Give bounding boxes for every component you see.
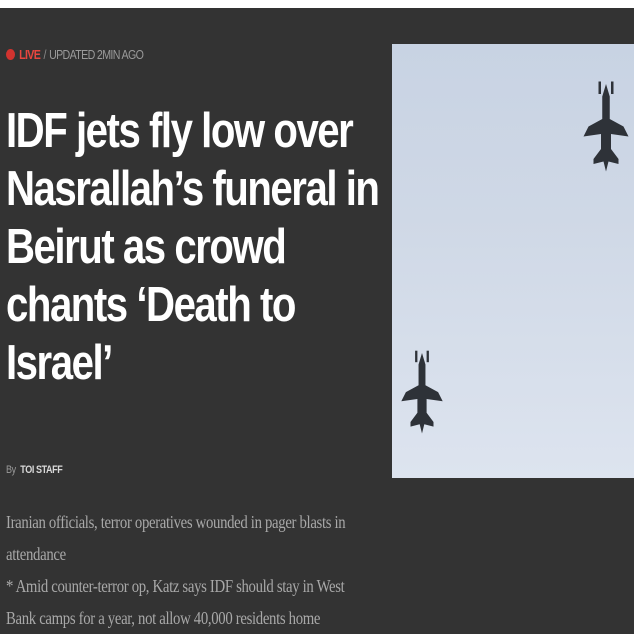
article-headline[interactable]: IDF jets fly low over Nasrallah’s funera…	[6, 102, 383, 392]
article-summary: Iranian officials, terror operatives wou…	[6, 506, 350, 634]
byline-prefix: By	[6, 464, 16, 476]
fighter-jet-icon	[583, 81, 629, 172]
status-separator: /	[43, 46, 46, 62]
live-label: LIVE	[19, 46, 41, 62]
summary-line-1: Iranian officials, terror operatives wou…	[6, 512, 346, 564]
summary-line-2: * Amid counter-terror op, Katz says IDF …	[6, 576, 345, 628]
fighter-jet-icon	[401, 350, 443, 434]
live-dot-icon	[6, 48, 16, 60]
sky-photo	[401, 81, 629, 434]
live-status: LIVE / UPDATED 2MIN AGO	[6, 44, 144, 64]
byline-author[interactable]: TOI STAFF	[20, 464, 62, 476]
updated-time: UPDATED 2MIN AGO	[49, 46, 144, 62]
byline: By TOI STAFF	[6, 464, 63, 476]
article-card[interactable]: LIVE / UPDATED 2MIN AGO IDF jets fly low…	[0, 8, 634, 634]
article-photo[interactable]	[392, 44, 634, 478]
